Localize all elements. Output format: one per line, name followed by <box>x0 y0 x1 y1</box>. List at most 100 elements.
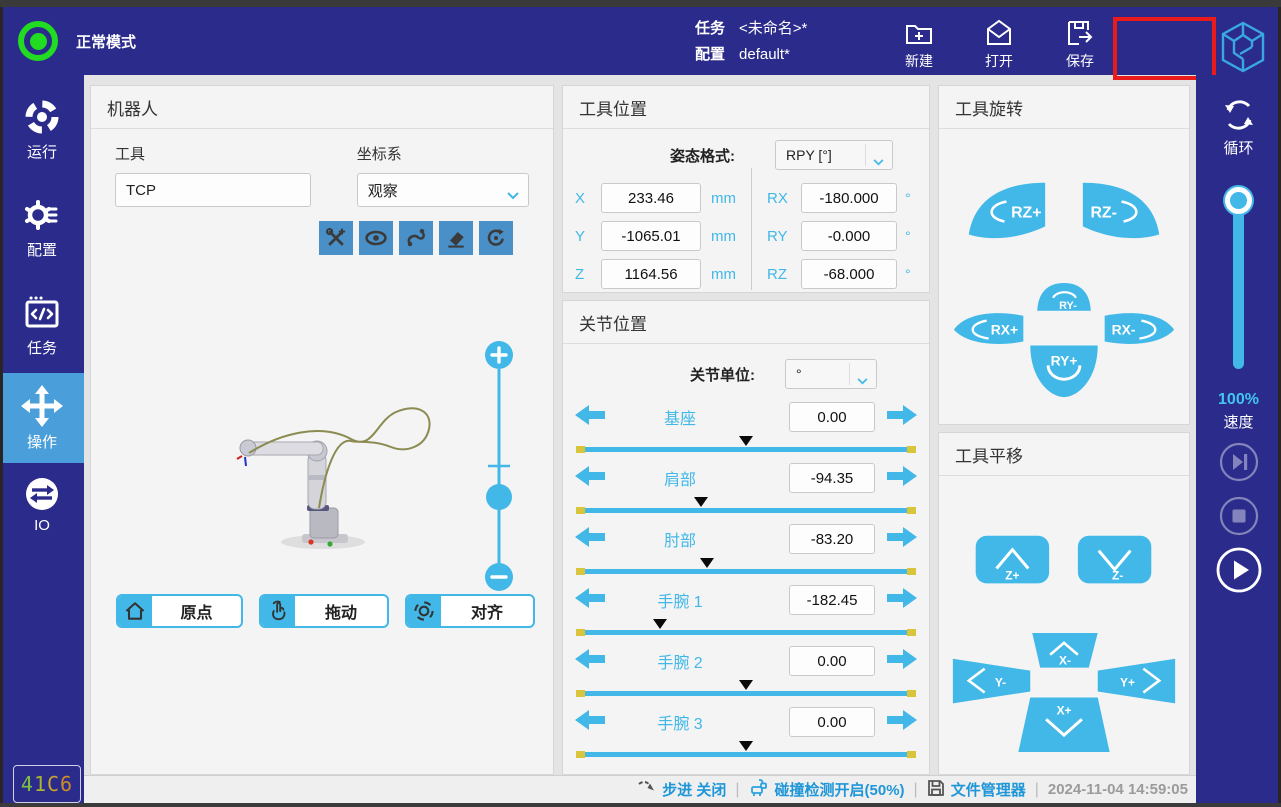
stop-button[interactable] <box>1218 495 1260 542</box>
rx-minus-button[interactable]: RX- <box>1105 313 1174 344</box>
x-value-input[interactable] <box>601 183 701 213</box>
jog-plus-arrow[interactable] <box>887 403 917 432</box>
joint-slider-marker[interactable] <box>739 436 753 446</box>
joint-name: 肘部 <box>605 527 755 551</box>
y-minus-button[interactable]: Y- <box>953 659 1030 704</box>
joint-value-input[interactable] <box>789 402 875 432</box>
sidebar-item-config[interactable]: 配置 <box>0 195 84 260</box>
joint-unit-select[interactable]: ° <box>785 359 877 389</box>
z-minus-button[interactable]: Z- <box>1078 536 1151 584</box>
joint-slider[interactable] <box>576 617 916 641</box>
joint-slider-marker[interactable] <box>739 741 753 751</box>
jog-minus-arrow[interactable] <box>575 464 605 493</box>
svg-text:RY+: RY+ <box>1051 352 1078 368</box>
joint-position-panel: 关节位置 关节单位: ° 基座 肩部 <box>562 300 930 775</box>
ry-plus-button[interactable]: RY+ <box>1030 345 1097 397</box>
jog-minus-arrow[interactable] <box>575 647 605 676</box>
jog-plus-arrow[interactable] <box>887 586 917 615</box>
robot-arm-model <box>237 440 365 549</box>
tool-rotation-panel: 工具旋转 RZ+ RZ- RY- RX+ <box>938 85 1190 425</box>
joint-value-input[interactable] <box>789 524 875 554</box>
rz-plus-button[interactable]: RZ+ <box>969 183 1045 238</box>
speed-slider-track[interactable] <box>1233 197 1244 369</box>
step-mode-status[interactable]: 步进 关闭 <box>636 779 726 801</box>
play-button[interactable] <box>1215 546 1263 599</box>
trajectory-path-button[interactable] <box>399 221 433 255</box>
jog-minus-arrow[interactable] <box>575 586 605 615</box>
ry-minus-button[interactable]: RY- <box>1037 283 1091 312</box>
home-button[interactable]: 原点 <box>116 594 243 628</box>
z-plus-button[interactable]: Z+ <box>976 536 1049 584</box>
tool-input[interactable] <box>115 173 311 207</box>
frame-select[interactable]: 观察 <box>357 173 529 207</box>
joint-slider-marker[interactable] <box>739 680 753 690</box>
joint-value-input[interactable] <box>789 707 875 737</box>
tool-position-title: 工具位置 <box>563 86 929 129</box>
speed-slider-handle[interactable] <box>1225 187 1252 214</box>
joint-value-input[interactable] <box>789 646 875 676</box>
joint-slider-marker[interactable] <box>694 497 708 507</box>
align-button[interactable]: 对齐 <box>405 594 535 628</box>
file-manager-button[interactable]: 文件管理器 <box>927 779 1026 801</box>
rx-value-input[interactable] <box>801 183 897 213</box>
joint-slider[interactable] <box>576 739 916 763</box>
jog-minus-arrow[interactable] <box>575 525 605 554</box>
jog-plus-arrow[interactable] <box>887 464 917 493</box>
run-target-icon <box>0 97 84 137</box>
rx-plus-button[interactable]: RX+ <box>954 313 1023 344</box>
reset-view-button[interactable] <box>479 221 513 255</box>
calibrate-tools-button[interactable] <box>319 221 353 255</box>
step-forward-button[interactable] <box>1218 441 1260 488</box>
rz-minus-button[interactable]: RZ- <box>1083 183 1159 238</box>
sidebar-item-io[interactable]: IO <box>0 475 84 534</box>
separator: | <box>735 781 739 799</box>
x-minus-button[interactable]: X- <box>1032 633 1097 668</box>
pose-format-select[interactable]: RPY [°] <box>775 140 893 170</box>
joint-slider[interactable] <box>576 556 916 580</box>
joint-slider-marker[interactable] <box>653 619 667 629</box>
svg-text:RX+: RX+ <box>991 322 1018 338</box>
sidebar-item-label: 任务 <box>0 337 84 358</box>
right-sidebar: 循环 100% 速度 <box>1196 75 1281 807</box>
x-plus-button[interactable]: X+ <box>1018 697 1109 752</box>
sidebar-item-operate[interactable]: 操作 <box>0 385 84 452</box>
y-plus-button[interactable]: Y+ <box>1098 659 1175 704</box>
ry-value-input[interactable] <box>801 221 897 251</box>
save-task-button[interactable]: 保存 <box>1049 18 1111 71</box>
joint-slider[interactable] <box>576 678 916 702</box>
robot-3d-viewport[interactable] <box>101 281 545 591</box>
joint-value-input[interactable] <box>789 463 875 493</box>
robot-fields: 工具 坐标系 观察 <box>91 129 553 207</box>
jog-minus-arrow[interactable] <box>575 403 605 432</box>
joint-unit-row: 关节单位: ° <box>563 344 929 397</box>
unit-label: mm <box>701 266 753 283</box>
jog-plus-arrow[interactable] <box>887 525 917 554</box>
jog-minus-arrow[interactable] <box>575 708 605 737</box>
config-line: 配置default* <box>695 42 807 68</box>
rotation-pad: RZ+ RZ- RY- RX+ RX- <box>939 129 1189 431</box>
sidebar-item-run[interactable]: 运行 <box>0 97 84 162</box>
loop-toggle[interactable]: 循环 <box>1196 97 1281 158</box>
pose-format-label: 姿态格式: <box>670 145 735 166</box>
joint-slider[interactable] <box>576 495 916 519</box>
joint-value-input[interactable] <box>789 585 875 615</box>
new-folder-icon <box>888 18 950 48</box>
erase-path-button[interactable] <box>439 221 473 255</box>
drag-button[interactable]: 拖动 <box>259 594 389 628</box>
visibility-eye-button[interactable] <box>359 221 393 255</box>
svg-text:RZ+: RZ+ <box>1011 205 1041 222</box>
z-value-input[interactable] <box>601 259 701 289</box>
jog-plus-arrow[interactable] <box>887 708 917 737</box>
robot-action-buttons: 原点 拖动 对齐 <box>116 594 535 628</box>
joint-slider[interactable] <box>576 434 916 458</box>
new-task-button[interactable]: 新建 <box>888 18 950 71</box>
joint-slider-marker[interactable] <box>700 558 714 568</box>
jog-plus-arrow[interactable] <box>887 647 917 676</box>
sidebar-item-task[interactable]: 任务 <box>0 293 84 358</box>
rz-value-input[interactable] <box>801 259 897 289</box>
collision-detection-status[interactable]: 碰撞检测开启(50%) <box>749 778 905 802</box>
loop-cycle-icon <box>1196 97 1281 133</box>
coord-row-z: Z mm RZ ° <box>575 259 929 289</box>
open-task-button[interactable]: 打开 <box>968 18 1030 71</box>
y-value-input[interactable] <box>601 221 701 251</box>
